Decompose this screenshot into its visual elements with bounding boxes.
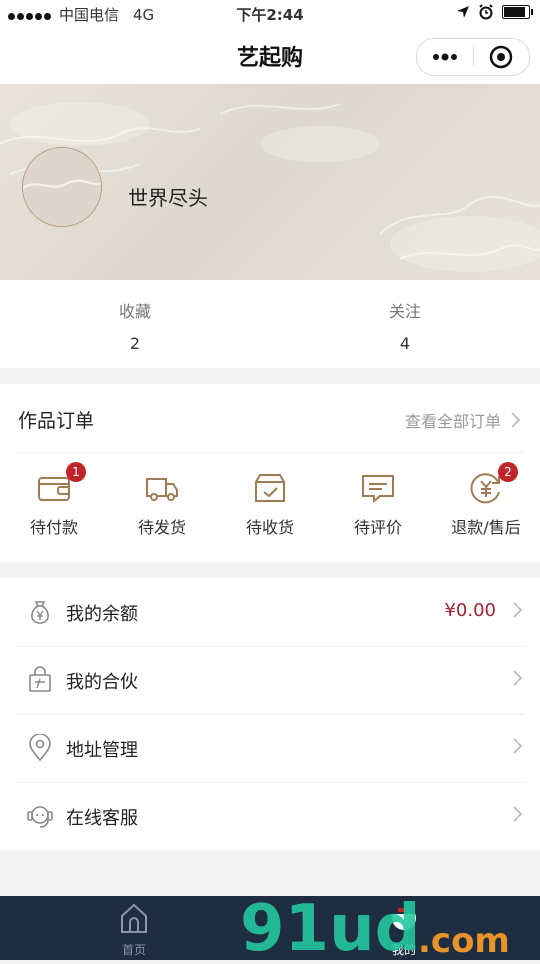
menu-label: 地址管理 <box>66 740 138 761</box>
username: 世界尽头 <box>128 186 208 210</box>
comment-icon <box>362 475 394 504</box>
location-arrow-icon <box>457 6 469 18</box>
order-label: 待发货 <box>137 518 186 537</box>
view-all-orders-link[interactable]: 查看全部订单 <box>405 408 520 432</box>
order-badge: 1 <box>66 462 86 482</box>
more-dots-icon <box>432 53 457 61</box>
menu-item-balance[interactable]: 我的余额 ¥0.00 <box>16 578 524 647</box>
profile-banner: 世界尽头 <box>0 84 540 280</box>
orders-section: 作品订单 查看全部订单 1 待付款 待发货 待收货 待评价 2 退款/售后 <box>0 384 540 562</box>
order-pending-review[interactable]: 待评价 <box>324 470 432 538</box>
orders-title: 作品订单 <box>18 410 95 432</box>
svg-text:.com: .com <box>418 921 510 960</box>
menu-label: 我的余额 <box>66 604 138 625</box>
chevron-right-icon <box>513 670 522 686</box>
watermark-graphic: 91ud .com <box>240 892 510 964</box>
menu-list: 我的余额 ¥0.00 我的合伙 地址管理 在线客服 <box>0 578 540 850</box>
menu-item-address[interactable]: 地址管理 <box>16 714 524 783</box>
target-circle-icon <box>490 45 513 69</box>
chevron-right-icon <box>513 602 522 618</box>
chevron-right-icon <box>513 806 522 822</box>
menu-label: 我的合伙 <box>66 672 138 693</box>
status-bar: 中国电信 4G 下午2:44 <box>0 0 540 28</box>
order-label: 待收货 <box>245 518 294 537</box>
watermark-logo: 91ud .com <box>240 890 510 964</box>
status-right <box>456 4 533 20</box>
battery-icon <box>502 5 533 19</box>
stat-favorites[interactable]: 收藏 2 <box>0 280 270 368</box>
close-button[interactable] <box>474 39 530 75</box>
money-bag-icon <box>31 601 49 624</box>
menu-label: 在线客服 <box>66 808 138 829</box>
headset-icon <box>27 806 53 828</box>
order-pending-receipt[interactable]: 待收货 <box>216 470 324 538</box>
avatar-image <box>23 148 101 226</box>
nav-bar: 艺起购 <box>0 28 540 84</box>
view-all-label: 查看全部订单 <box>404 412 501 431</box>
stat-value: 4 <box>399 334 411 353</box>
stat-label: 关注 <box>388 302 421 321</box>
chevron-right-icon <box>511 412 520 428</box>
order-status-list: 1 待付款 待发货 待收货 待评价 2 退款/售后 <box>0 462 540 538</box>
more-button[interactable] <box>417 39 473 75</box>
order-label: 待评价 <box>353 518 402 537</box>
menu-item-partner[interactable]: 我的合伙 <box>16 646 524 715</box>
truck-icon <box>146 478 178 501</box>
stat-value: 2 <box>129 334 141 353</box>
menu-item-customer-service[interactable]: 在线客服 <box>16 782 524 850</box>
order-label: 退款/售后 <box>451 518 521 537</box>
order-label: 待付款 <box>29 518 78 537</box>
order-pending-shipment[interactable]: 待发货 <box>108 470 216 538</box>
mini-program-capsule <box>416 38 530 76</box>
order-pending-payment[interactable]: 1 待付款 <box>0 462 108 538</box>
chevron-right-icon <box>513 738 522 754</box>
order-refund[interactable]: 2 退款/售后 <box>432 462 540 538</box>
location-pin-icon <box>29 734 51 762</box>
avatar[interactable] <box>22 147 102 227</box>
stat-label: 收藏 <box>118 302 151 321</box>
stat-following[interactable]: 关注 4 <box>270 280 540 368</box>
order-badge: 2 <box>498 462 518 482</box>
shopping-bag-icon <box>29 666 51 692</box>
balance-value: ¥0.00 <box>444 600 496 621</box>
orders-header: 作品订单 查看全部订单 <box>16 384 524 453</box>
home-icon <box>121 903 147 933</box>
alarm-icon <box>479 4 493 20</box>
stats-bar: 收藏 2 关注 4 <box>0 280 540 368</box>
svg-text:91ud: 91ud <box>240 892 420 960</box>
box-icon <box>255 474 285 502</box>
tab-label: 首页 <box>121 943 146 957</box>
tab-home[interactable]: 首页 <box>84 900 184 958</box>
